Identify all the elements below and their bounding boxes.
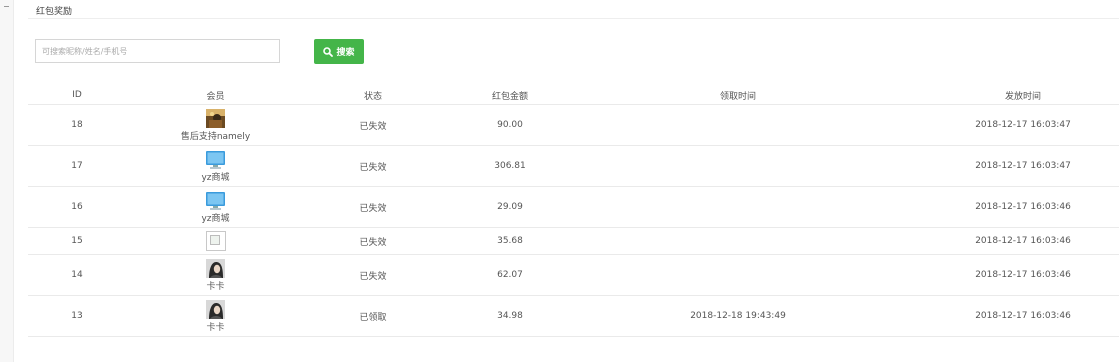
member-cell: yz商城 bbox=[153, 187, 278, 227]
portrait-avatar-icon bbox=[206, 299, 225, 319]
received-time: 2018-12-18 19:43:49 bbox=[690, 311, 786, 321]
search-input[interactable] bbox=[35, 39, 280, 63]
header-amount: 红包金额 bbox=[491, 91, 528, 102]
table-header: ID 会员 状态 红包金额 领取时间 发放时间 bbox=[28, 86, 1119, 105]
status-text: 已失效 bbox=[359, 121, 387, 132]
member-name: 售后支持namely bbox=[180, 131, 251, 142]
member-cell: 售后支持namely bbox=[153, 105, 278, 145]
sent-time: 2018-12-17 16:03:46 bbox=[975, 270, 1071, 280]
status-text: 已失效 bbox=[359, 237, 387, 248]
member-name: yz商城 bbox=[201, 172, 230, 183]
row-id: 17 bbox=[71, 161, 83, 171]
header-sent-time: 发放时间 bbox=[1004, 91, 1041, 102]
table-row[interactable]: 16 yz商城 已失效 29.09 2018-12-17 16:03:46 bbox=[28, 187, 1119, 228]
row-id: 16 bbox=[71, 202, 83, 212]
table-row[interactable]: 15 已失效 35.68 2018-12-17 16:03:46 bbox=[28, 228, 1119, 255]
status-text: 已失效 bbox=[359, 203, 387, 214]
row-id: 15 bbox=[71, 236, 83, 246]
header-member: 会员 bbox=[206, 91, 225, 102]
collapse-icon[interactable] bbox=[4, 6, 9, 7]
member-cell bbox=[153, 228, 278, 254]
status-text: 已领取 bbox=[359, 312, 387, 323]
amount-text: 62.07 bbox=[497, 270, 523, 280]
member-cell: yz商城 bbox=[153, 146, 278, 186]
portrait-avatar-icon bbox=[206, 258, 225, 278]
header-status: 状态 bbox=[363, 91, 382, 102]
table-row[interactable]: 17 yz商城 已失效 306.81 2018-12-17 16:03:47 bbox=[28, 146, 1119, 187]
title-divider bbox=[28, 18, 1119, 19]
row-id: 18 bbox=[71, 120, 83, 130]
amount-text: 90.00 bbox=[497, 120, 523, 130]
sent-time: 2018-12-17 16:03:47 bbox=[975, 120, 1071, 130]
member-name: 卡卡 bbox=[206, 322, 225, 333]
row-id: 14 bbox=[71, 270, 83, 280]
monitor-avatar-icon bbox=[206, 150, 225, 169]
received-time bbox=[623, 187, 853, 227]
amount-text: 306.81 bbox=[494, 161, 526, 171]
member-name: yz商城 bbox=[201, 213, 230, 224]
received-time bbox=[623, 105, 853, 145]
sent-time: 2018-12-17 16:03:46 bbox=[975, 311, 1071, 321]
left-edge-bar bbox=[0, 0, 14, 362]
search-button[interactable]: 搜索 bbox=[314, 39, 364, 64]
page-title: 红包奖励 bbox=[36, 7, 73, 17]
red-packet-table: ID 会员 状态 红包金额 领取时间 发放时间 18 售后支持namely 已失… bbox=[28, 86, 1119, 337]
search-icon bbox=[323, 46, 334, 57]
amount-text: 35.68 bbox=[497, 236, 523, 246]
member-cell: 卡卡 bbox=[153, 255, 278, 295]
amount-text: 29.09 bbox=[497, 202, 523, 212]
row-id: 13 bbox=[71, 311, 83, 321]
table-row[interactable]: 14 卡卡 已失效 62.07 2018-12-17 16:03:46 bbox=[28, 255, 1119, 296]
received-time bbox=[623, 255, 853, 295]
amount-text: 34.98 bbox=[497, 311, 523, 321]
photo-avatar-icon bbox=[206, 108, 225, 128]
table-row[interactable]: 13 卡卡 已领取 34.98 2018-12-18 19:43:49 2018… bbox=[28, 296, 1119, 337]
sent-time: 2018-12-17 16:03:46 bbox=[975, 236, 1071, 246]
sent-time: 2018-12-17 16:03:47 bbox=[975, 161, 1071, 171]
received-time bbox=[623, 146, 853, 186]
sent-time: 2018-12-17 16:03:46 bbox=[975, 202, 1071, 212]
monitor-avatar-icon bbox=[206, 191, 225, 210]
received-time bbox=[623, 228, 853, 254]
search-button-label: 搜索 bbox=[336, 48, 355, 58]
status-text: 已失效 bbox=[359, 271, 387, 282]
header-received-time: 领取时间 bbox=[719, 91, 756, 102]
table-row[interactable]: 18 售后支持namely 已失效 90.00 2018-12-17 16:03… bbox=[28, 105, 1119, 146]
status-text: 已失效 bbox=[359, 162, 387, 173]
member-name: 卡卡 bbox=[206, 281, 225, 292]
broken-image-icon bbox=[205, 231, 226, 251]
member-cell: 卡卡 bbox=[153, 296, 278, 336]
header-id: ID bbox=[72, 90, 82, 100]
